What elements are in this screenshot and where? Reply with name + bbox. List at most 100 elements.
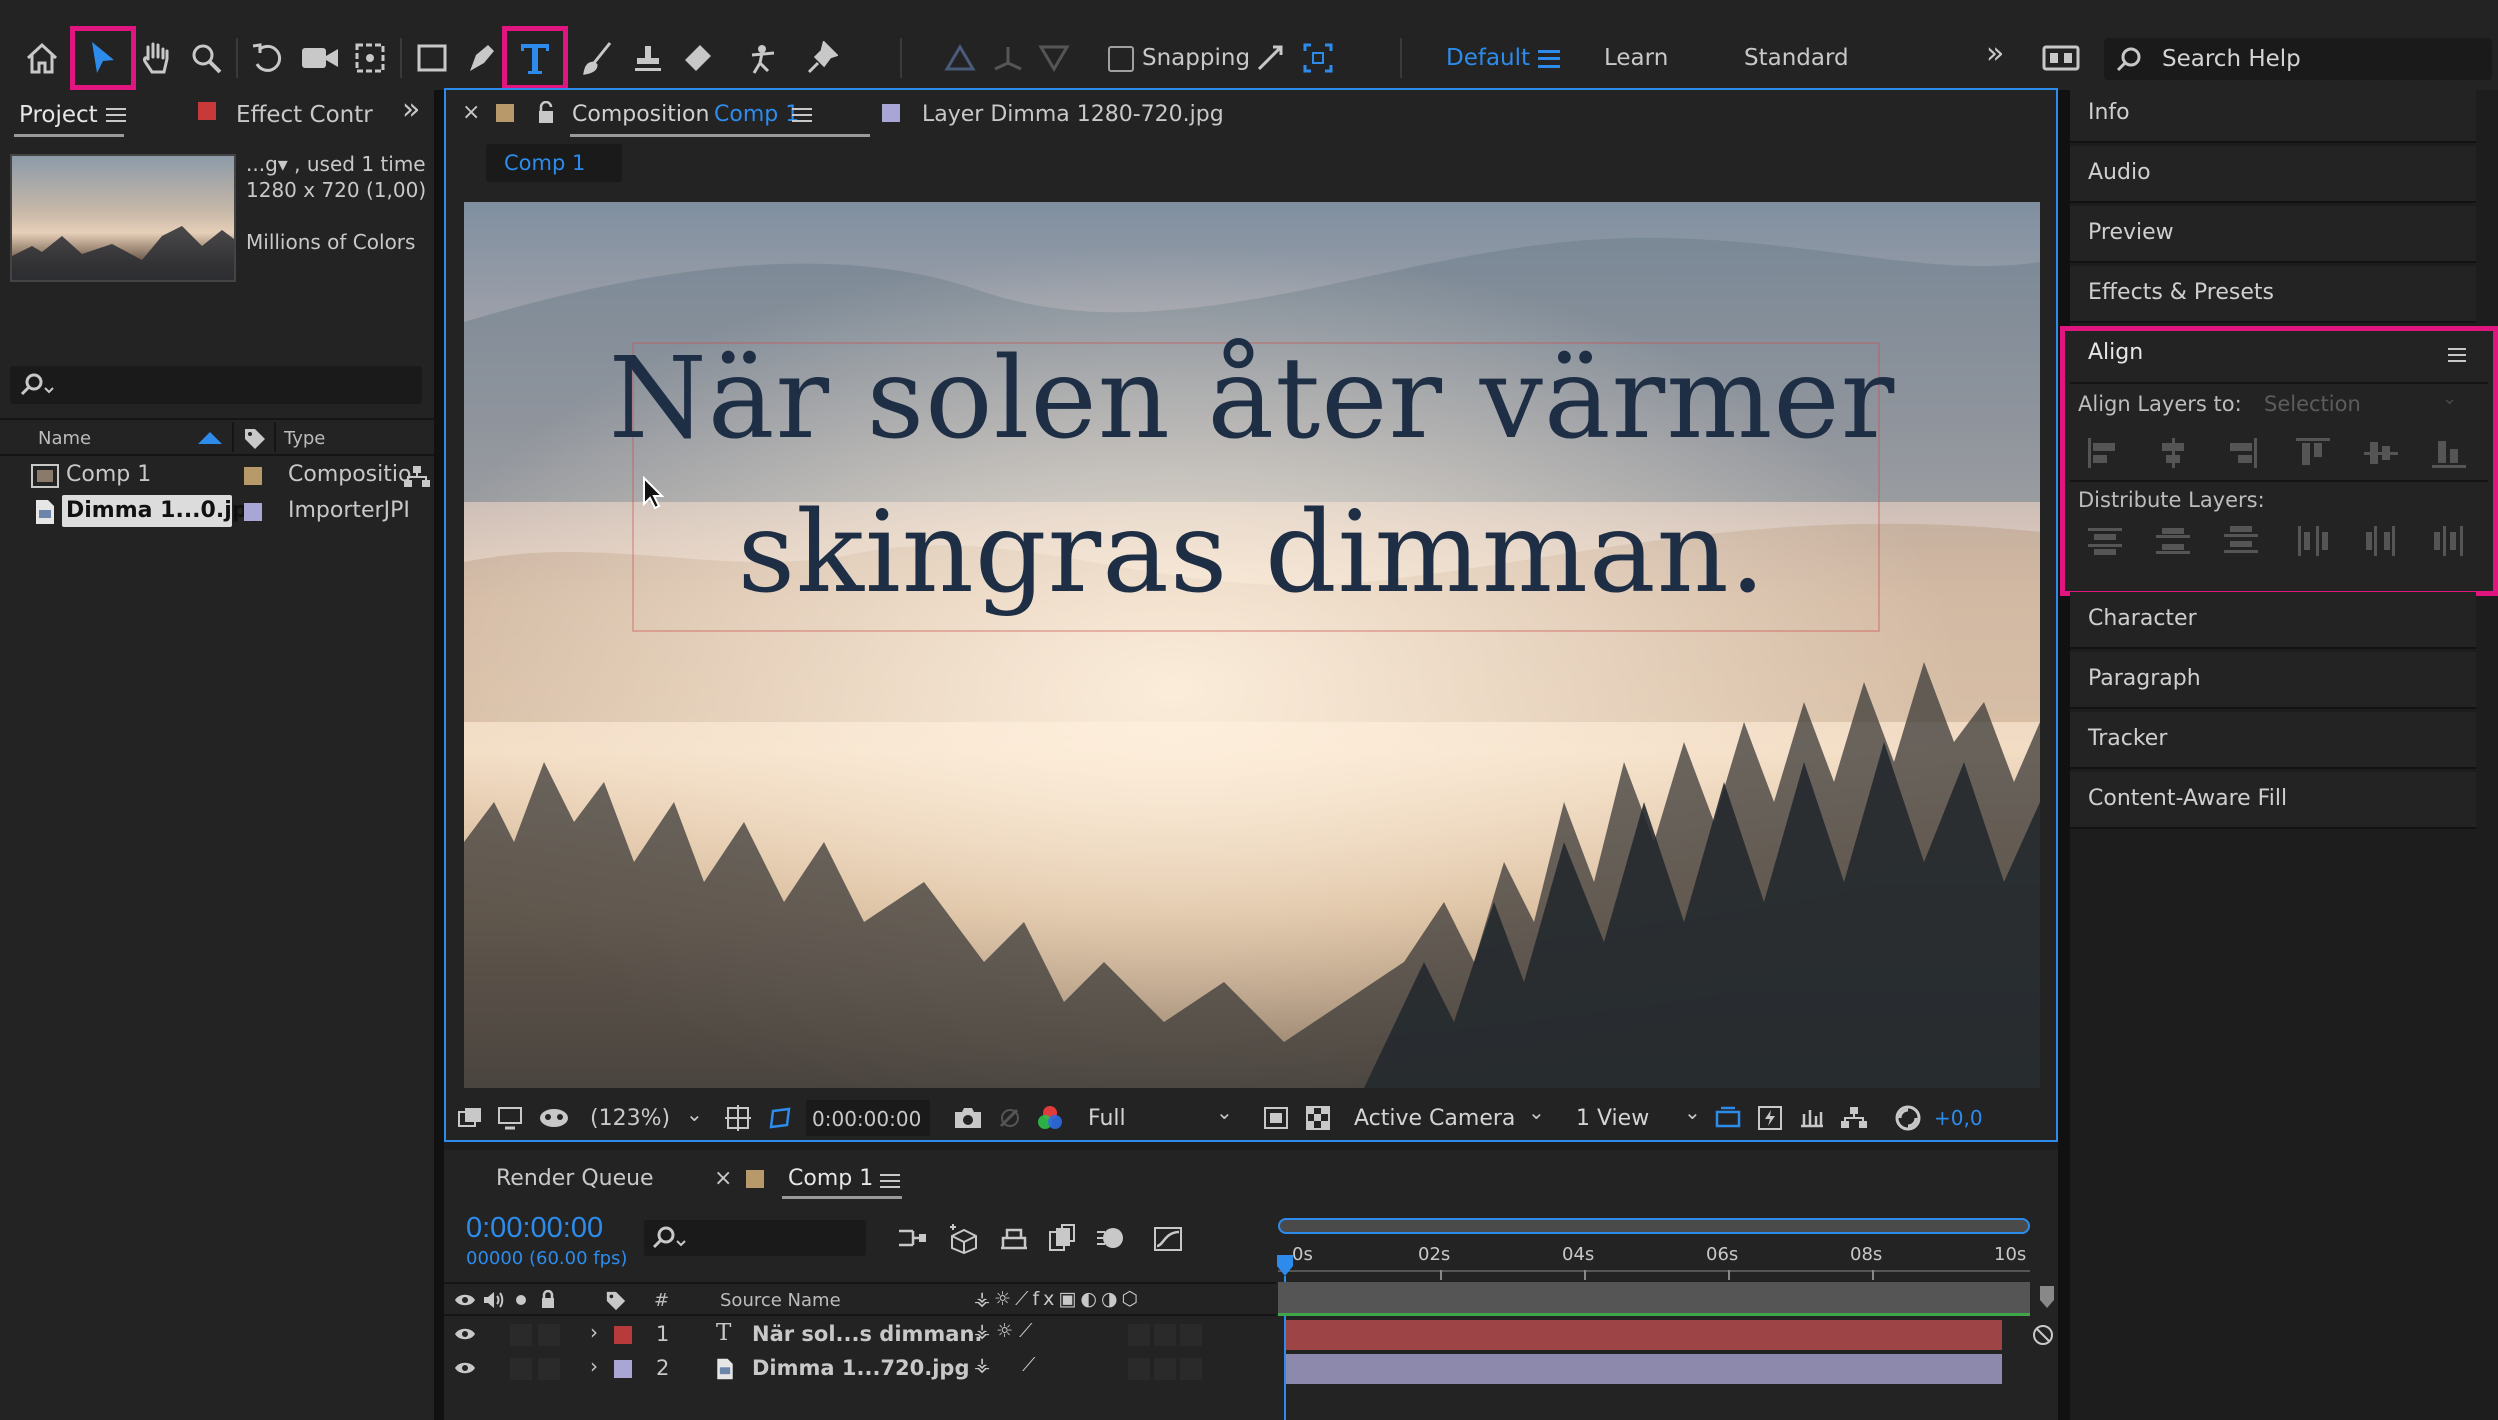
reset-exposure-icon[interactable] [1892, 1102, 1924, 1134]
graph-editor-icon[interactable] [1150, 1222, 1186, 1254]
snapping-checkbox[interactable] [1108, 46, 1134, 72]
align-bottom-icon[interactable] [2432, 438, 2466, 468]
layer-switches[interactable]: ⚶☼⟋ [974, 1320, 1038, 1342]
composition-viewer[interactable]: När solen åter värmer skingras dimman. [464, 202, 2040, 1088]
expand-chevron-icon[interactable]: › [590, 1320, 598, 1344]
column-source-name-label[interactable]: Source Name [720, 1290, 841, 1311]
show-snapshot-icon[interactable] [994, 1102, 1026, 1134]
align-to-select[interactable]: Selection ⌄ [2256, 388, 2466, 422]
workspace-overflow-icon[interactable]: » [1986, 36, 2004, 71]
align-left-icon[interactable] [2088, 438, 2122, 468]
align-menu-icon[interactable] [2448, 348, 2466, 362]
views-select[interactable]: 1 View ⌄ [1572, 1100, 1704, 1136]
rotate-tool-icon[interactable] [246, 36, 290, 80]
render-queue-tab[interactable]: Render Queue [496, 1166, 654, 1191]
timeline-comp-tab[interactable]: Comp 1 [782, 1156, 932, 1200]
zoom-value[interactable]: (123%) [590, 1106, 670, 1131]
align-vertical-center-icon[interactable] [2364, 438, 2398, 468]
distribute-vertical-center-icon[interactable] [2156, 526, 2190, 556]
marker-icon[interactable] [2036, 1282, 2058, 1312]
toggle-pixel-aspect-icon[interactable] [1712, 1102, 1744, 1134]
sort-ascending-icon[interactable] [198, 432, 222, 444]
align-top-icon[interactable] [2296, 438, 2330, 468]
composition-tab[interactable]: Composition Comp 1 [570, 90, 870, 138]
frame-blending-icon[interactable] [1044, 1222, 1080, 1254]
project-overflow-icon[interactable]: » [402, 92, 420, 127]
distribute-right-icon[interactable] [2432, 526, 2466, 556]
panel-audio[interactable]: Audio [2070, 146, 2476, 203]
comp-mini-flowchart-icon[interactable] [894, 1222, 930, 1254]
audio-speaker-icon[interactable] [480, 1288, 506, 1312]
timeline-menu-icon[interactable] [880, 1174, 900, 1188]
type-tool-icon[interactable] [502, 26, 568, 90]
solo-icon[interactable] [510, 1288, 532, 1312]
align-horizontal-center-icon[interactable] [2156, 438, 2190, 468]
distribute-horizontal-center-icon[interactable] [2364, 526, 2398, 556]
transparency-grid-icon[interactable] [1302, 1102, 1334, 1134]
distribute-bottom-icon[interactable] [2224, 526, 2258, 556]
pen-tool-icon[interactable] [460, 36, 504, 80]
chevron-down-icon[interactable]: ⌄ [686, 1102, 703, 1126]
layer-row[interactable]: › 1 T När sol...s dimman. ⚶☼⟋ [444, 1318, 1276, 1352]
close-tab-icon[interactable]: × [714, 1166, 732, 1191]
video-eye-icon[interactable] [452, 1322, 478, 1346]
panel-divider[interactable] [434, 90, 444, 1420]
color-channels-icon[interactable] [1034, 1102, 1066, 1134]
timeline-link-icon[interactable] [1796, 1102, 1828, 1134]
timeline-search-input[interactable] [644, 1220, 866, 1256]
workspace-toggle-icon[interactable] [2040, 40, 2082, 76]
mask-visibility-icon[interactable] [536, 1102, 572, 1134]
panel-paragraph[interactable]: Paragraph [2070, 652, 2476, 709]
time-ruler[interactable]: 0s 02s 04s 06s 08s 10s [1278, 1234, 2030, 1282]
video-eye-icon[interactable] [452, 1356, 478, 1380]
effect-controls-tab[interactable]: Effect Contr [180, 90, 380, 142]
layer-row[interactable]: › 2 Dimma 1...720.jpg ⚶⟋ [444, 1352, 1276, 1386]
distribute-left-icon[interactable] [2296, 526, 2330, 556]
layer-duration-bar[interactable] [1286, 1320, 2002, 1350]
flowchart-icon[interactable] [1838, 1102, 1870, 1134]
flowchart-icon[interactable] [402, 464, 432, 490]
shy-layers-icon[interactable] [996, 1222, 1032, 1254]
axis-local-icon[interactable] [940, 36, 980, 80]
label-tag-icon[interactable] [240, 424, 270, 454]
monitor-icon[interactable] [494, 1102, 526, 1134]
distribute-top-icon[interactable] [2088, 526, 2122, 556]
layer-name[interactable]: När sol...s dimman. [752, 1322, 982, 1346]
timeline-current-time[interactable]: 0:00:00:00 [466, 1212, 603, 1245]
eraser-tool-icon[interactable] [676, 36, 720, 80]
home-icon[interactable] [20, 36, 64, 80]
current-time-indicator[interactable] [1276, 1254, 1294, 1278]
puppet-pin-tool-icon[interactable] [800, 36, 844, 80]
layer-duration-bar[interactable] [1286, 1354, 2002, 1384]
layer-tab[interactable]: Layer Dimma 1280-720.jpg [922, 102, 1224, 127]
pan-behind-tool-icon[interactable] [348, 36, 392, 80]
expand-chevron-icon[interactable]: › [590, 1354, 598, 1378]
layer-name[interactable]: Dimma 1...720.jpg [752, 1356, 970, 1380]
project-tab[interactable]: Project [0, 90, 130, 142]
layer-switches[interactable]: ⚶⟋ [974, 1354, 1067, 1376]
workspace-standard[interactable]: Standard [1744, 45, 1849, 71]
comp-breadcrumb[interactable]: Comp 1 [486, 144, 622, 182]
fast-previews-icon[interactable] [1754, 1102, 1786, 1134]
exposure-value[interactable]: +0,0 [1934, 1106, 1983, 1130]
axis-view-icon[interactable] [1034, 36, 1074, 80]
lock-icon[interactable] [534, 98, 558, 128]
resolution-select[interactable]: Full ⌄ [1082, 1100, 1238, 1136]
project-item-row[interactable]: Comp 1 Compositio [0, 458, 434, 494]
panel-effects-presets[interactable]: Effects & Presets [2070, 266, 2476, 323]
project-search-input[interactable] [10, 366, 422, 404]
grid-overlay-icon[interactable] [722, 1102, 754, 1134]
clone-stamp-tool-icon[interactable] [626, 36, 670, 80]
workspace-learn[interactable]: Learn [1604, 45, 1668, 71]
workspace-default[interactable]: Default [1446, 45, 1530, 71]
lock-icon[interactable] [536, 1288, 560, 1312]
region-of-interest-icon[interactable] [1260, 1102, 1292, 1134]
project-menu-icon[interactable] [106, 108, 126, 122]
column-type-label[interactable]: Type [284, 428, 325, 449]
camera-tool-icon[interactable] [296, 36, 344, 80]
current-time-field[interactable]: 0:00:00:00 [806, 1100, 930, 1136]
snap-options-icon[interactable] [1250, 38, 1290, 78]
brush-tool-icon[interactable] [576, 36, 620, 80]
panel-divider[interactable] [2058, 90, 2070, 1420]
column-name-label[interactable]: Name [38, 428, 91, 449]
